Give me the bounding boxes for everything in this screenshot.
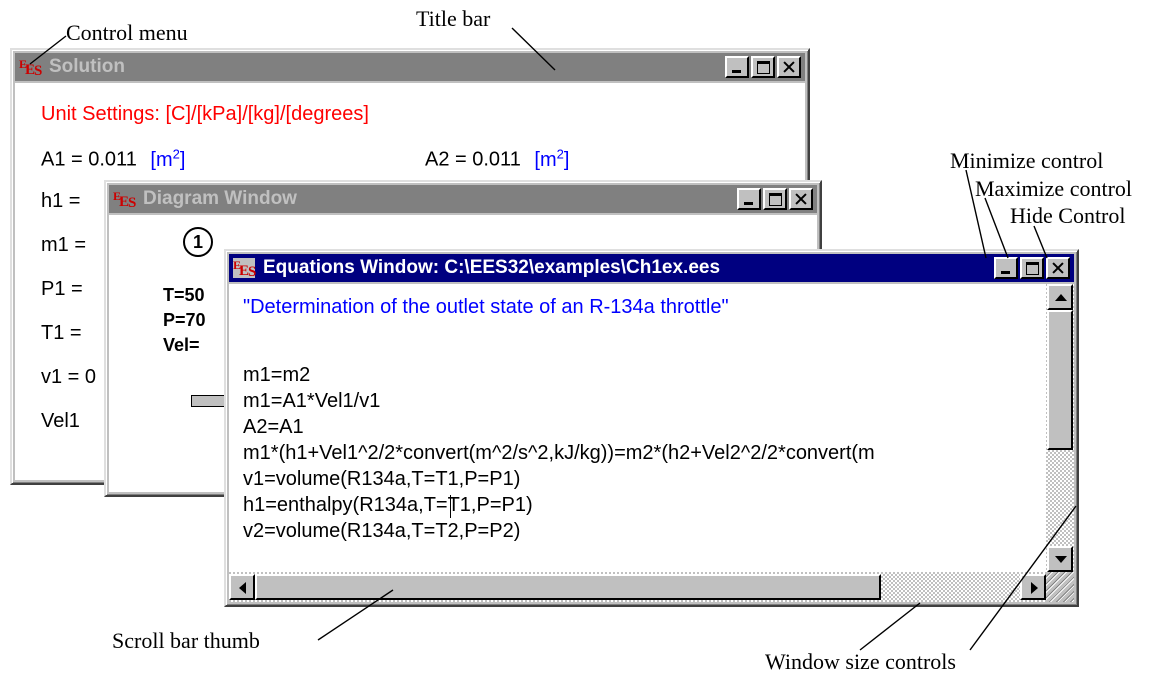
leader-window-size-controls-2	[969, 505, 1077, 651]
leader-window-size-controls-1	[859, 602, 921, 651]
leader-minimize-control	[965, 169, 987, 259]
leader-hide-control	[1033, 225, 1048, 259]
leader-scroll-bar-thumb	[317, 589, 394, 641]
leader-title-bar	[511, 27, 556, 71]
leader-maximize-control	[984, 197, 1009, 259]
leader-control-menu	[29, 35, 67, 65]
annotation-leader-lines	[29, 27, 1077, 651]
